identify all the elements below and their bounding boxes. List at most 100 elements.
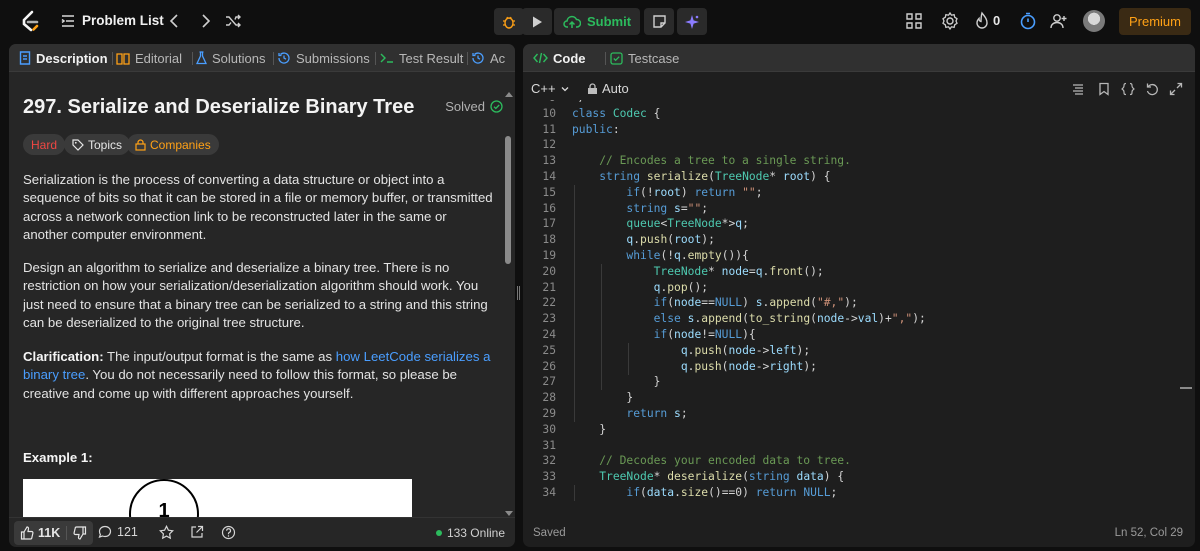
scrollbar-thumb[interactable]: [505, 136, 511, 264]
online-status: 133 Online: [435, 526, 505, 540]
favorite-button[interactable]: [159, 525, 174, 540]
code-line[interactable]: 23 else s.append(to_string(node->val)+",…: [523, 311, 1195, 328]
language-label: C++: [531, 81, 556, 96]
code-line[interactable]: 20 TreeNode* node=q.front();: [523, 263, 1195, 280]
mode-label: Auto: [602, 81, 629, 96]
flame-streak-icon[interactable]: [972, 11, 992, 31]
tab-accepted[interactable]: Ac: [471, 44, 505, 72]
tab-divider: [112, 52, 113, 65]
code-line[interactable]: 17 queue<TreeNode*>q;: [523, 216, 1195, 233]
code-line[interactable]: 29 return s;: [523, 406, 1195, 422]
code-line[interactable]: 18 q.push(root);: [523, 232, 1195, 249]
code-text: public:: [572, 122, 620, 136]
clarification-text-post: . You do not necessarily need to follow …: [23, 367, 457, 401]
code-line[interactable]: 34 if(data.size()==0) return NULL;: [523, 485, 1195, 501]
run-button[interactable]: [522, 8, 552, 35]
code-line[interactable]: 32 // Decodes your encoded data to tree.: [523, 453, 1195, 469]
problem-list-label[interactable]: Problem List: [82, 13, 164, 28]
code-line[interactable]: 12: [523, 137, 1195, 153]
indent-guide: [601, 295, 603, 312]
reset-icon[interactable]: [1145, 82, 1159, 96]
comments-button[interactable]: 121: [98, 525, 138, 539]
code-line[interactable]: 31: [523, 438, 1195, 454]
tab-editorial[interactable]: Editorial: [116, 44, 182, 72]
premium-button[interactable]: Premium: [1119, 8, 1191, 35]
companies-chip[interactable]: Companies: [127, 134, 219, 155]
indent-guide: [574, 232, 575, 249]
code-line[interactable]: 14 string serialize(TreeNode* root) {: [523, 169, 1195, 185]
code-line[interactable]: 24 if(node!=NULL){: [523, 327, 1195, 343]
panel-resize-handle[interactable]: [517, 286, 520, 300]
like-button[interactable]: 11K: [14, 521, 66, 545]
auto-mode-toggle[interactable]: Auto: [587, 81, 629, 96]
layout-grid-icon[interactable]: [904, 11, 924, 31]
chevron-right-icon[interactable]: [196, 12, 214, 30]
bookmark-icon[interactable]: [1097, 82, 1111, 96]
line-number: 23: [542, 312, 556, 326]
comments-count: 121: [117, 525, 138, 539]
debug-button[interactable]: [494, 8, 524, 35]
star-icon: [159, 525, 174, 540]
code-line[interactable]: 28 }: [523, 390, 1195, 407]
settings-gear-icon[interactable]: [940, 11, 960, 31]
leetcode-logo-icon[interactable]: [18, 9, 42, 33]
expand-icon[interactable]: [1169, 82, 1183, 96]
submit-label: Submit: [587, 14, 632, 29]
bug-icon: [503, 16, 515, 29]
language-select[interactable]: C++: [531, 81, 570, 96]
problem-list-icon[interactable]: [60, 13, 76, 29]
code-line[interactable]: 10 class Codec {: [523, 106, 1195, 122]
tab-testcase[interactable]: Testcase: [610, 44, 679, 72]
line-number: 22: [542, 296, 556, 310]
curly-braces-icon[interactable]: [1121, 82, 1135, 96]
tab-solutions-label: Solutions: [212, 50, 266, 66]
share-button[interactable]: [190, 525, 204, 539]
solved-status: Solved: [445, 99, 503, 114]
line-number: 30: [542, 422, 556, 436]
ai-assistant-button[interactable]: [677, 8, 707, 35]
code-line[interactable]: 33 TreeNode* deserialize(string data) {: [523, 469, 1195, 485]
timer-icon[interactable]: [1018, 11, 1038, 31]
notes-button[interactable]: [644, 8, 674, 35]
code-line[interactable]: 15 if(!root) return "";: [523, 184, 1195, 201]
shuffle-icon[interactable]: [224, 12, 242, 30]
code-line[interactable]: 21 q.pop();: [523, 279, 1195, 296]
code-line[interactable]: 27 }: [523, 374, 1195, 391]
tab-test-result[interactable]: Test Result: [380, 44, 463, 72]
indent-guide: [628, 342, 630, 359]
code-text: q.push(node->right);: [680, 359, 817, 373]
code-editor[interactable]: 9*/10class Codec {11public:1213 // Encod…: [523, 100, 1195, 516]
indent-guide: [574, 311, 575, 328]
tab-divider: [273, 52, 274, 65]
tab-code[interactable]: Code: [533, 44, 586, 72]
tab-description[interactable]: Description: [19, 44, 108, 72]
topics-chip[interactable]: Topics: [64, 134, 131, 155]
code-line[interactable]: 30 }: [523, 422, 1195, 438]
help-button[interactable]: [221, 525, 236, 540]
format-align-icon[interactable]: [1071, 82, 1085, 96]
tab-solutions[interactable]: Solutions: [196, 44, 265, 72]
code-line[interactable]: 13 // Encodes a tree to a single string.: [523, 153, 1195, 169]
code-line[interactable]: 22 if(node==NULL) s.append("#,");: [523, 295, 1195, 312]
line-number: 16: [542, 201, 556, 215]
user-avatar[interactable]: [1083, 10, 1105, 32]
tab-submissions[interactable]: Submissions: [277, 44, 370, 72]
clarification-text-pre: The input/output format is the same as: [103, 349, 336, 364]
line-number: 21: [542, 280, 556, 294]
dislike-button[interactable]: [67, 521, 93, 545]
lock-icon: [588, 82, 597, 94]
description-scrollbar[interactable]: [505, 92, 513, 517]
line-number: 14: [542, 170, 556, 183]
code-line[interactable]: 11 public:: [523, 122, 1195, 138]
submit-button[interactable]: Submit: [554, 8, 640, 35]
difficulty-label: Hard: [31, 137, 58, 152]
add-user-icon[interactable]: [1049, 11, 1069, 31]
code-line[interactable]: 19 while(!q.empty()){: [523, 248, 1195, 264]
play-icon: [533, 16, 542, 27]
chevron-left-icon[interactable]: [166, 12, 184, 30]
check-circle-icon: [490, 100, 503, 113]
code-line[interactable]: 16 string s="";: [523, 200, 1195, 217]
code-line[interactable]: 26 q.push(node->right);: [523, 358, 1195, 375]
code-line[interactable]: 25 q.push(node->left);: [523, 342, 1195, 359]
note-icon: [652, 15, 666, 28]
